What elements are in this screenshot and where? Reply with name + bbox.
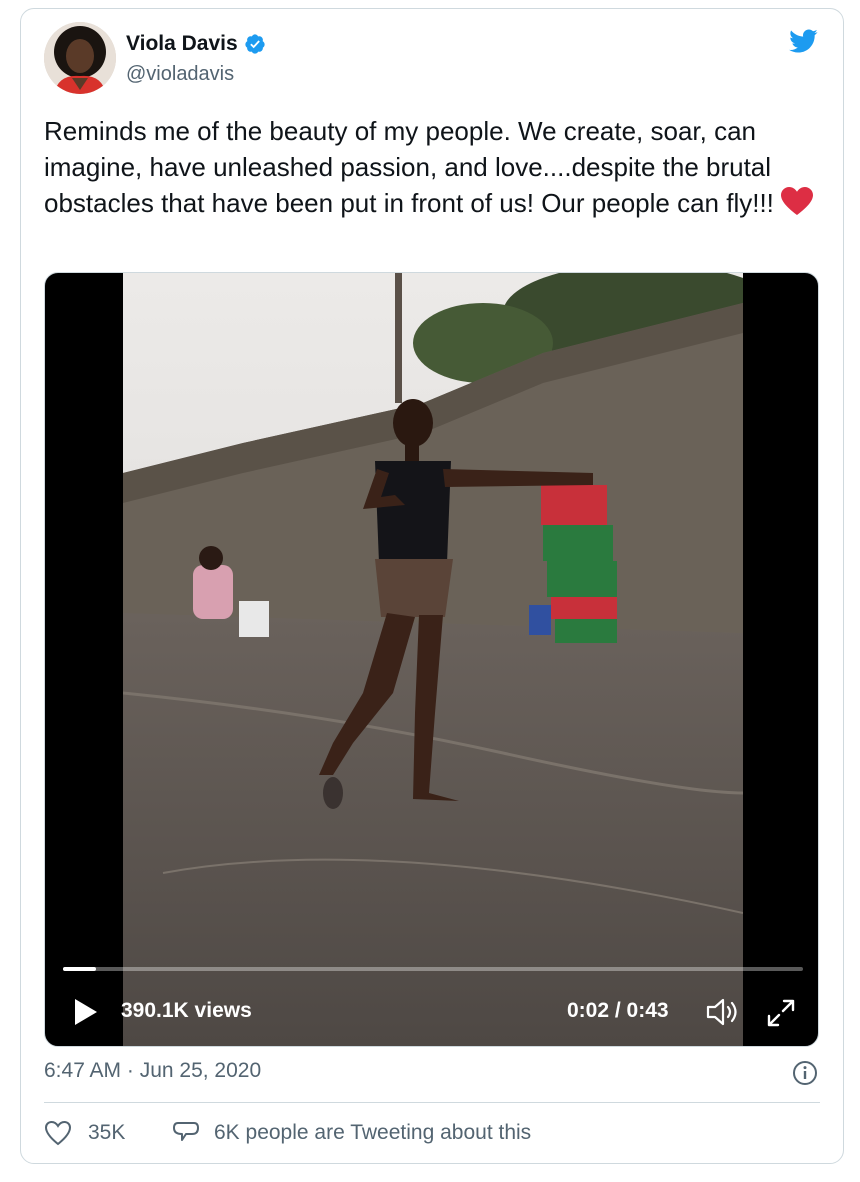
conversation-link[interactable]: 6K people are Tweeting about this [172,1120,531,1146]
actions-divider [44,1102,820,1103]
volume-icon[interactable] [705,997,739,1027]
video-view-count: 390.1K views [121,999,252,1022]
verified-badge-icon [245,34,265,54]
video-progress-bar[interactable] [63,967,803,971]
tweet-timestamp[interactable]: 6:47 AM · Jun 25, 2020 [44,1059,261,1083]
tweet-text-body: Reminds me of the beauty of my people. W… [44,116,774,218]
video-frame-image [123,273,743,1046]
like-button[interactable]: 35K [44,1120,125,1146]
tweet-text: Reminds me of the beauty of my people. W… [44,113,814,225]
like-count: 35K [88,1121,126,1144]
red-heart-emoji-icon [780,186,814,225]
heart-outline-icon [44,1120,72,1146]
play-icon[interactable] [73,997,99,1027]
author-avatar[interactable] [44,22,116,94]
reply-bubble-icon [173,1122,199,1141]
author-name[interactable]: Viola Davis [126,32,238,56]
video-progress-fill [63,967,97,971]
video-player[interactable]: 390.1K views 0:02 / 0:43 [44,272,819,1047]
conversation-text: 6K people are Tweeting about this [214,1121,532,1144]
author-handle[interactable]: @violadavis [126,63,234,86]
video-timecode: 0:02 / 0:43 [567,999,669,1022]
fullscreen-icon[interactable] [765,997,797,1029]
twitter-logo-icon[interactable] [786,26,820,56]
info-icon[interactable] [792,1060,818,1086]
author-name-row[interactable]: Viola Davis [126,32,266,56]
